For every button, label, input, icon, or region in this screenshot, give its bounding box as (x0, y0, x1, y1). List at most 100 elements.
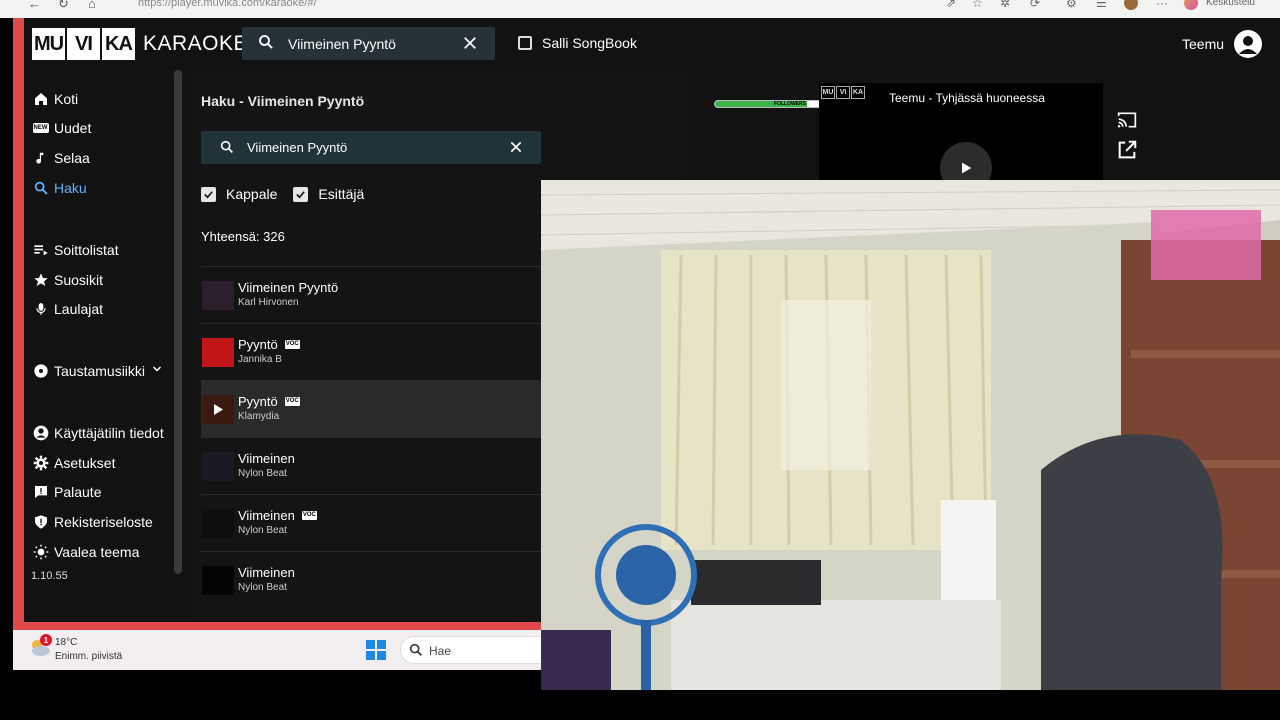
song-artist: Nylon Beat (238, 468, 287, 479)
home-icon (32, 91, 49, 108)
back-icon[interactable]: ← (28, 0, 41, 11)
song-title: Pyyntö VOC (238, 337, 300, 352)
logo-box: MU (32, 28, 65, 60)
song-artist: Nylon Beat (238, 525, 287, 536)
sidebar-item-haku[interactable]: Haku (32, 178, 87, 198)
share-icon[interactable]: ⇗ (946, 0, 956, 10)
address-bar[interactable]: https://player.muvika.com/karaoke/#/ (138, 0, 317, 9)
sidebar: Koti NEW Uudet Selaa Haku Soittolistat S… (24, 70, 184, 622)
sidebar-item-palaute[interactable]: Palaute (32, 482, 101, 502)
sync-icon[interactable]: ⟳ (1030, 0, 1040, 10)
feedback-icon (32, 484, 49, 501)
song-title: Pyyntö VOC (238, 394, 300, 409)
song-title: Viimeinen VOC (238, 508, 317, 523)
search-input[interactable]: Viimeinen Pyyntö (201, 131, 541, 164)
salli-songbook-checkbox[interactable] (518, 36, 532, 50)
sidebar-item-account[interactable]: Käyttäjätilin tiedot (32, 423, 164, 443)
sidebar-item-asetukset[interactable]: Asetukset (32, 453, 115, 473)
sidebar-item-label: Laulajat (54, 301, 104, 317)
extension-icon[interactable]: ✲ (1000, 0, 1010, 10)
sidebar-scrollbar[interactable] (174, 70, 182, 574)
search-icon (259, 35, 273, 49)
list-item[interactable]: Viimeinen VOC Nylon Beat (201, 494, 542, 551)
sun-icon (32, 544, 49, 561)
clear-search-icon[interactable] (508, 139, 524, 155)
user-menu[interactable]: Teemu (1182, 30, 1263, 58)
list-item[interactable]: Viimeinen Nylon Beat (201, 551, 542, 608)
favorite-icon[interactable]: ☆ (972, 0, 983, 10)
voc-badge: VOC (284, 340, 300, 349)
more-icon[interactable]: ··· (1156, 0, 1168, 10)
sidebar-item-taustamusiikki[interactable]: Taustamusiikki (32, 361, 163, 381)
sidebar-item-selaa[interactable]: Selaa (32, 148, 90, 168)
windows-start-icon[interactable] (366, 640, 386, 660)
user-name: Teemu (1182, 36, 1225, 52)
search-value: Viimeinen Pyyntö (247, 140, 348, 155)
list-item[interactable]: Pyyntö VOC Jannika B (201, 323, 542, 380)
song-thumbnail (202, 566, 234, 595)
sidebar-item-label: Rekisteriseloste (54, 514, 153, 530)
sidebar-item-suosikit[interactable]: Suosikit (32, 270, 103, 290)
now-playing-title: Teemu - Tyhjässä huoneessa (889, 91, 1045, 105)
list-item[interactable]: Viimeinen Pyyntö Karl Hirvonen (201, 266, 542, 323)
logo-word: KARAOKE (143, 32, 249, 55)
star-icon (32, 272, 49, 289)
cast-icon[interactable] (1116, 110, 1138, 130)
search-icon (32, 180, 49, 197)
video-logo: MU VI KA (821, 86, 866, 99)
song-title: Viimeinen Pyyntö (238, 280, 339, 295)
logo-box: KA (102, 28, 135, 60)
collections-icon[interactable]: ☰ (1096, 0, 1107, 10)
sidebar-item-laulajat[interactable]: Laulajat (32, 299, 103, 319)
search-icon (409, 643, 422, 656)
app-logo[interactable]: MU VI KA KARAOKE (32, 28, 248, 60)
sidebar-item-label: Taustamusiikki (54, 363, 146, 379)
chevron-down-icon[interactable] (151, 362, 163, 380)
browser-toolbar: ← ↻ ⌂ https://player.muvika.com/karaoke/… (0, 0, 1280, 18)
webcam-image (541, 180, 1280, 690)
followers-label: FOLLOWERS (774, 101, 806, 107)
song-thumbnail (202, 395, 234, 424)
taskbar-search-input[interactable]: Hae (400, 636, 560, 664)
song-artist: Klamydia (238, 411, 280, 422)
screen: ← ↻ ⌂ https://player.muvika.com/karaoke/… (0, 0, 1280, 720)
settings-icon[interactable]: ⚙ (1066, 0, 1077, 10)
salli-songbook-toggle[interactable]: Salli SongBook (518, 35, 637, 51)
song-artist: Nylon Beat (238, 582, 287, 593)
song-artist: Jannika B (238, 354, 282, 365)
browser-avatar[interactable] (1124, 0, 1138, 10)
home-icon[interactable]: ⌂ (88, 0, 96, 11)
song-title: Viimeinen (238, 451, 295, 466)
header-search-input[interactable]: Viimeinen Pyyntö (242, 27, 495, 60)
copilot-icon[interactable] (1184, 0, 1198, 10)
clear-search-icon[interactable] (461, 34, 479, 52)
play-icon (962, 162, 972, 174)
sidebar-item-soittolistat[interactable]: Soittolistat (32, 240, 119, 260)
filter-kappale-label[interactable]: Kappale (226, 186, 277, 202)
filter-esittaja-checkbox[interactable] (293, 186, 309, 202)
song-title: Viimeinen (238, 565, 295, 580)
list-item[interactable]: Pyyntö VOC Klamydia (201, 380, 542, 437)
play-icon[interactable] (202, 395, 234, 424)
open-external-icon[interactable] (1116, 139, 1138, 161)
sidebar-item-koti[interactable]: Koti (32, 89, 78, 109)
filter-esittaja-label[interactable]: Esittäjä (318, 186, 364, 202)
user-avatar-icon[interactable] (1234, 30, 1263, 58)
salli-songbook-label: Salli SongBook (542, 35, 637, 51)
list-item[interactable]: Viimeinen Nylon Beat (201, 437, 542, 494)
sidebar-item-rekisteriseloste[interactable]: Rekisteriseloste (32, 512, 153, 532)
sidebar-item-label: Soittolistat (54, 242, 119, 258)
song-thumbnail (202, 509, 234, 538)
filter-kappale-checkbox[interactable] (201, 186, 216, 202)
song-artist: Karl Hirvonen (238, 297, 299, 308)
sidebar-item-uudet[interactable]: NEW Uudet (32, 118, 91, 138)
weather-temperature[interactable]: 18°C (55, 637, 77, 648)
weather-condition[interactable]: Enimm. piivistä (55, 651, 122, 662)
disc-icon (32, 363, 49, 380)
reload-icon[interactable]: ↻ (58, 0, 69, 12)
sidebar-item-label: Palaute (54, 484, 102, 500)
sidebar-item-theme[interactable]: Vaalea teema (32, 542, 139, 562)
copilot-label[interactable]: Keskustelu (1206, 0, 1255, 8)
song-thumbnail (202, 281, 234, 310)
sidebar-item-label: Haku (54, 180, 87, 196)
